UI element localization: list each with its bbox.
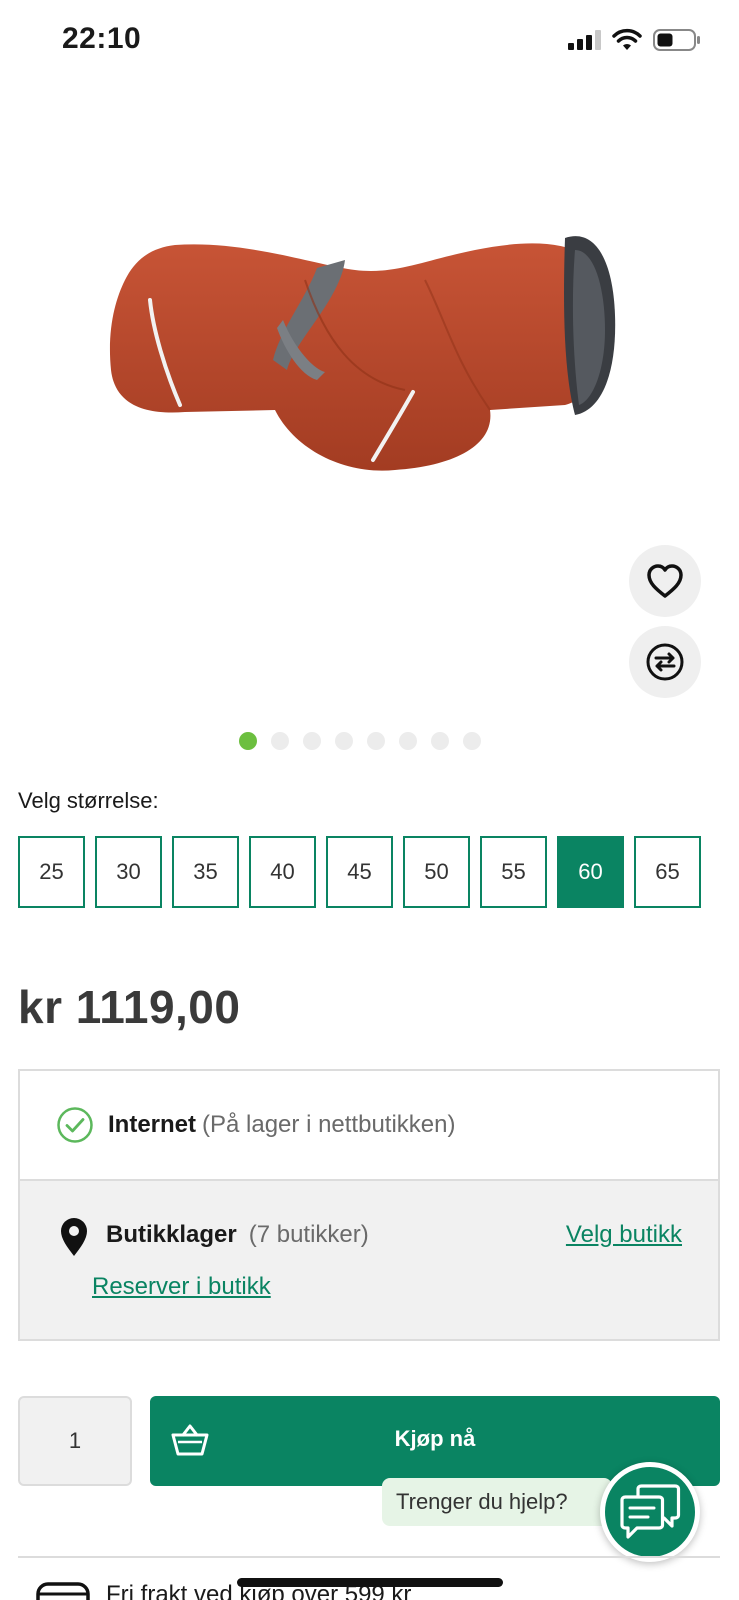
status-bar: 22:10 bbox=[0, 0, 739, 80]
size-options: 25 30 35 40 45 50 55 60 65 bbox=[18, 836, 701, 908]
wifi-icon bbox=[612, 28, 642, 50]
compare-arrows-icon bbox=[646, 643, 684, 681]
store-stock-note: (7 butikker) bbox=[248, 1221, 369, 1248]
chat-button[interactable] bbox=[600, 1462, 700, 1562]
size-option-55[interactable]: 55 bbox=[480, 836, 547, 908]
heart-icon bbox=[647, 564, 683, 598]
stock-box: Internet (På lager i nettbutikken) Butik… bbox=[18, 1069, 720, 1341]
online-stock-title: Internet bbox=[108, 1111, 197, 1138]
battery-icon bbox=[653, 29, 700, 51]
carousel-dots bbox=[239, 732, 481, 750]
quantity-input[interactable]: 1 bbox=[18, 1396, 132, 1486]
choose-store-link[interactable]: Velg butikk bbox=[566, 1221, 682, 1249]
carousel-dot[interactable] bbox=[367, 732, 385, 750]
size-option-25[interactable]: 25 bbox=[18, 836, 85, 908]
divider bbox=[18, 1556, 720, 1558]
compare-button[interactable] bbox=[629, 626, 701, 698]
carousel-dot[interactable] bbox=[463, 732, 481, 750]
reserve-in-store-link[interactable]: Reserver i butikk bbox=[92, 1273, 271, 1301]
size-option-65[interactable]: 65 bbox=[634, 836, 701, 908]
carousel-dot[interactable] bbox=[399, 732, 417, 750]
help-bubble[interactable]: Trenger du hjelp? bbox=[382, 1478, 612, 1526]
size-option-40[interactable]: 40 bbox=[249, 836, 316, 908]
signal-icon bbox=[568, 30, 601, 50]
truck-icon bbox=[36, 1582, 90, 1600]
stock-online-row: Internet (På lager i nettbutikken) bbox=[20, 1071, 718, 1181]
location-pin-icon bbox=[61, 1218, 87, 1256]
size-option-35[interactable]: 35 bbox=[172, 836, 239, 908]
product-price: kr 1119,00 bbox=[18, 981, 241, 1033]
store-stock-title: Butikklager bbox=[106, 1221, 237, 1248]
carousel-dot[interactable] bbox=[239, 732, 257, 750]
size-label: Velg størrelse: bbox=[18, 788, 159, 813]
size-option-60[interactable]: 60 bbox=[557, 836, 624, 908]
carousel-dot[interactable] bbox=[335, 732, 353, 750]
chat-icon bbox=[620, 1484, 681, 1539]
carousel-dot[interactable] bbox=[431, 732, 449, 750]
check-circle-icon bbox=[57, 1107, 93, 1143]
size-option-30[interactable]: 30 bbox=[95, 836, 162, 908]
favorite-button[interactable] bbox=[629, 545, 701, 617]
size-option-50[interactable]: 50 bbox=[403, 836, 470, 908]
carousel-dot[interactable] bbox=[303, 732, 321, 750]
carousel-dot[interactable] bbox=[271, 732, 289, 750]
buy-now-label: Kjøp nå bbox=[394, 1426, 476, 1451]
stock-store-row: Butikklager (7 butikker) Velg butikk Res… bbox=[20, 1181, 718, 1339]
online-stock-note: (På lager i nettbutikken) bbox=[202, 1111, 456, 1138]
status-time: 22:10 bbox=[62, 22, 142, 55]
home-indicator bbox=[237, 1578, 503, 1587]
dog-raincoat-image[interactable] bbox=[95, 220, 635, 495]
size-option-45[interactable]: 45 bbox=[326, 836, 393, 908]
